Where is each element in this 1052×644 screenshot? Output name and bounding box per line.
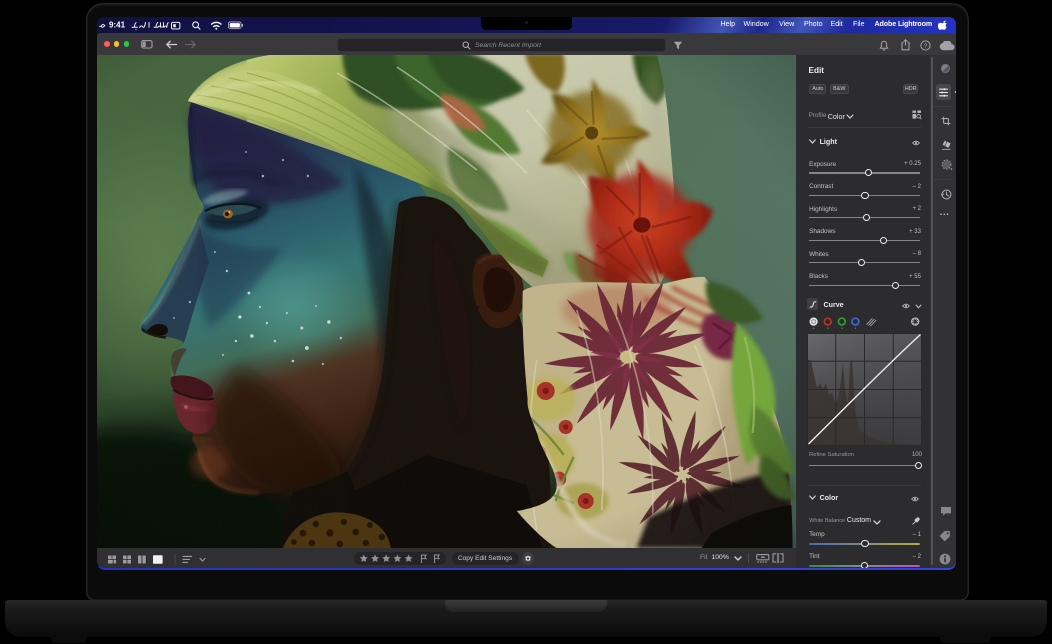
svg-text:?: ? [924, 43, 928, 50]
